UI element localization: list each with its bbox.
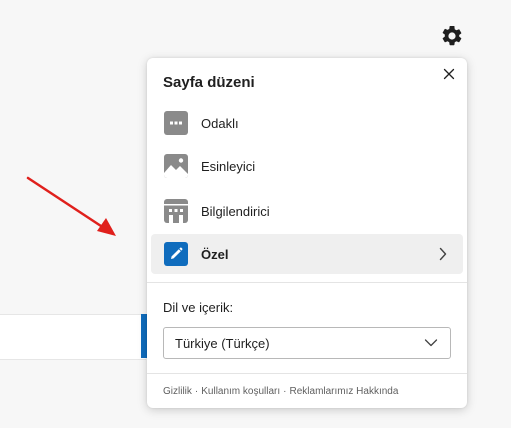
layout-option-focused[interactable]: Odaklı bbox=[151, 103, 463, 143]
red-arrow-annotation bbox=[26, 176, 116, 236]
gear-icon[interactable] bbox=[440, 24, 464, 48]
inspirational-layout-icon bbox=[164, 154, 188, 178]
language-dropdown[interactable]: Türkiye (Türkçe) bbox=[163, 327, 451, 359]
layout-option-custom[interactable]: Özel bbox=[151, 234, 463, 274]
footer-links: Gizlilik · Kullanım koşulları · Reklamlarımı… bbox=[163, 386, 398, 397]
layout-option-informational[interactable]: Bilgilendirici bbox=[151, 191, 463, 231]
close-icon bbox=[443, 68, 455, 80]
background-input-box bbox=[0, 314, 146, 360]
custom-layout-pencil-icon bbox=[164, 242, 188, 266]
divider bbox=[147, 373, 467, 374]
divider bbox=[147, 282, 467, 283]
chevron-right-icon bbox=[439, 247, 447, 261]
chevron-down-icon bbox=[424, 339, 438, 347]
layout-option-label: Bilgilendirici bbox=[201, 203, 270, 219]
footer-separator: · bbox=[194, 386, 199, 397]
layout-option-label: Esinleyici bbox=[201, 158, 256, 174]
layout-option-label: Özel bbox=[201, 246, 229, 262]
focused-layout-icon bbox=[164, 111, 188, 135]
close-button[interactable] bbox=[439, 64, 459, 84]
terms-link[interactable]: Kullanım koşulları bbox=[201, 386, 280, 397]
informational-layout-icon bbox=[164, 199, 188, 223]
ads-link[interactable]: Reklamlarımız Hakkında bbox=[290, 386, 399, 397]
layout-option-inspirational[interactable]: Esinleyici bbox=[151, 146, 463, 186]
layout-option-label: Odaklı bbox=[201, 115, 239, 131]
language-label: Dil ve içerik: bbox=[163, 300, 234, 315]
privacy-link[interactable]: Gizlilik bbox=[163, 386, 192, 397]
page-layout-panel: Sayfa düzeni Odaklı Esinleyici Bilgilend… bbox=[147, 58, 467, 408]
panel-title: Sayfa düzeni bbox=[163, 74, 255, 91]
language-selected-value: Türkiye (Türkçe) bbox=[175, 335, 270, 351]
footer-separator: · bbox=[283, 386, 287, 397]
